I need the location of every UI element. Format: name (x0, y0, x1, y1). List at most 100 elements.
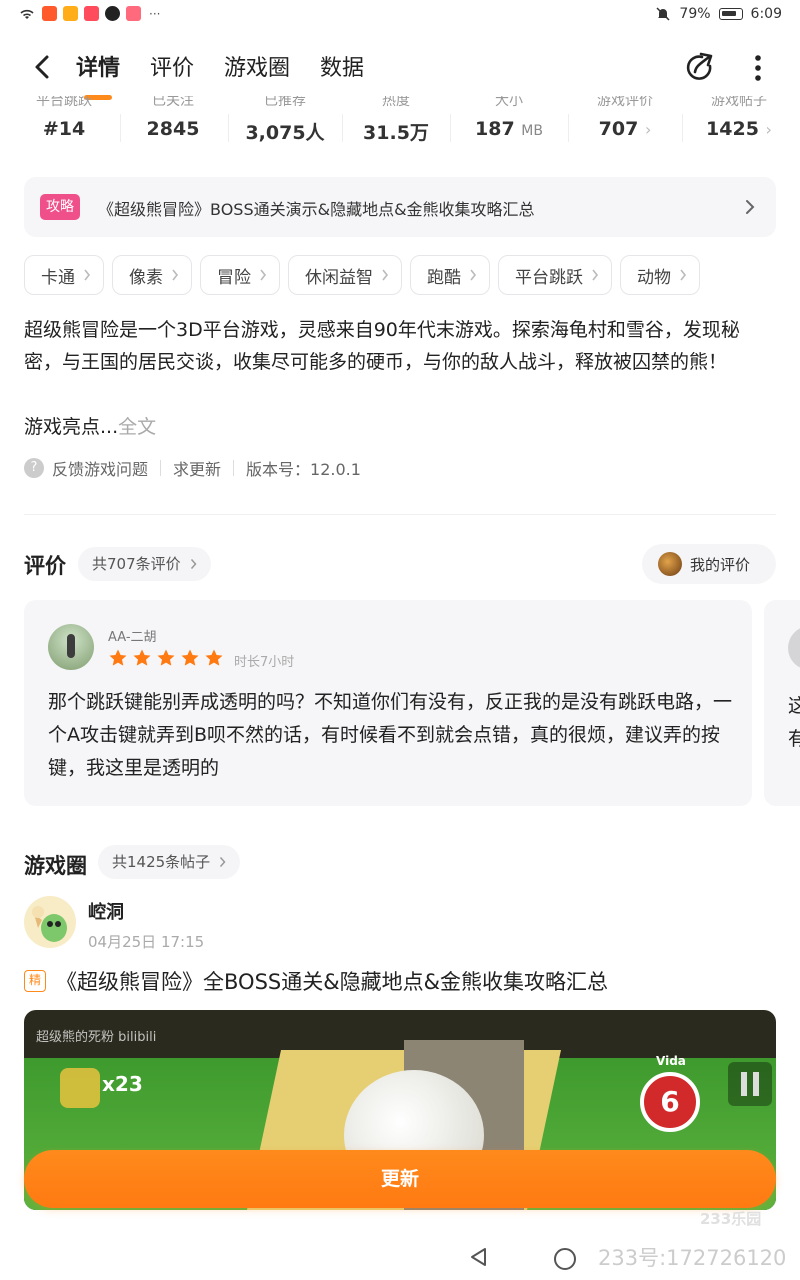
tab-community[interactable]: 游戏圈 (224, 50, 290, 92)
app-notification-icon (42, 6, 57, 21)
reviews-title: 评价 (24, 554, 66, 578)
star-icon (181, 649, 199, 666)
section-divider (24, 514, 776, 515)
back-arrow-icon[interactable] (28, 52, 58, 82)
review-card-next[interactable]: 这有 (764, 600, 800, 806)
tab-reviews[interactable]: 评价 (150, 50, 194, 92)
coin-count: x23 (102, 1072, 143, 1096)
chevron-right-icon (84, 269, 91, 281)
review-card[interactable]: AA-二胡 时长7小时 那个跳跃键能别弄成透明的吗？不知道你们有没有，反正我的是… (24, 600, 752, 806)
tag-item[interactable]: 跑酷 (410, 255, 490, 295)
battery-icon (718, 8, 743, 20)
star-icon (157, 649, 175, 666)
stat-label: 大小 (495, 96, 523, 109)
reviewer-avatar[interactable] (48, 624, 94, 670)
reviewer-avatar (788, 626, 800, 670)
highlights-prefix: 游戏亮点... (24, 416, 119, 438)
lives-count: 6 (640, 1072, 700, 1132)
strategy-title: 《超级熊冒险》BOSS通关演示&隐藏地点&金熊收集攻略汇总 (98, 200, 535, 219)
tag-item[interactable]: 卡通 (24, 255, 104, 295)
post-time: 04月25日 17:15 (88, 933, 205, 951)
app-notification-icon (84, 6, 99, 21)
feedback-link[interactable]: 反馈游戏问题 (52, 456, 148, 480)
star-icon (109, 649, 127, 666)
reviews-count-link[interactable]: 共707条评价 (78, 547, 211, 581)
app-notification-icon (63, 6, 78, 21)
tag-list: 卡通 像素 冒险 休闲益智 跑酷 平台跳跃 动物 (24, 255, 700, 295)
chevron-right-icon (680, 269, 687, 281)
stat-value: #14 (42, 118, 86, 140)
battery-percent: 79% (679, 6, 711, 22)
tag-item[interactable]: 冒险 (200, 255, 280, 295)
tab-data[interactable]: 数据 (320, 50, 364, 92)
watermark-logo: 233乐园 (700, 1210, 762, 1228)
strategy-badge: 攻略 (40, 194, 80, 220)
stat-posts[interactable]: 游戏帖子 1425 › (692, 96, 786, 156)
star-icon (133, 649, 151, 666)
stat-value: 2845 (146, 118, 200, 140)
chevron-right-icon (746, 200, 755, 214)
tab-details[interactable]: 详情 (76, 50, 120, 100)
update-button[interactable]: 更新 (24, 1150, 776, 1208)
poster-avatar[interactable] (24, 896, 76, 948)
tag-item[interactable]: 休闲益智 (288, 255, 402, 295)
tag-item[interactable]: 像素 (112, 255, 192, 295)
reviewer-name[interactable]: AA-二胡 (108, 626, 157, 645)
stat-rank: 平台跳跃 #14 (18, 96, 110, 156)
chevron-right-icon (220, 857, 226, 867)
chevron-right-icon (190, 559, 197, 569)
read-full-link[interactable]: 全文 (118, 416, 156, 438)
tag-item[interactable]: 动物 (620, 255, 700, 295)
more-notifications-icon: ··· (149, 6, 161, 21)
help-icon: ? (24, 458, 44, 478)
star-rating (108, 648, 224, 668)
poster-name[interactable]: 崆洞 (88, 898, 124, 924)
game-description: 超级熊冒险是一个3D平台游戏，灵感来自90年代末游戏。探索海龟村和雪谷，发现秘密… (24, 319, 740, 373)
stat-reviews[interactable]: 游戏评价 707 › (578, 96, 672, 156)
stat-label: 游戏帖子 (711, 96, 767, 109)
stat-label: 热度 (382, 96, 410, 109)
stat-value: 707 › (598, 118, 652, 140)
qq-icon (105, 6, 120, 21)
stat-size: 大小 187 MB (460, 96, 558, 156)
status-right: 79% 6:09 (655, 6, 782, 22)
my-review-button[interactable]: 我的评价 (642, 544, 776, 584)
share-icon[interactable] (684, 52, 716, 84)
featured-badge: 精 (24, 970, 46, 992)
stat-label: 平台跳跃 (36, 96, 92, 109)
stat-heat: 热度 31.5万 (352, 96, 440, 156)
mute-bell-icon (656, 7, 670, 21)
posts-count-link[interactable]: 共1425条帖子 (98, 845, 241, 879)
app-notification-icon (126, 6, 141, 21)
stat-value: 1425 › (706, 118, 772, 140)
chevron-right-icon (172, 269, 179, 281)
top-nav: 详情 评价 游戏圈 数据 (0, 40, 800, 100)
stat-value: 3,075人 (245, 122, 325, 144)
size-value: 187 (475, 118, 515, 140)
request-update-link[interactable]: 求更新 (173, 456, 221, 480)
chevron-right-icon (382, 269, 389, 281)
stat-followers: 已关注 2845 (130, 96, 216, 156)
post-title[interactable]: 精 《超级熊冒险》全BOSS通关&隐藏地点&金熊收集攻略汇总 (24, 966, 608, 996)
pause-icon (728, 1062, 772, 1106)
tag-item[interactable]: 平台跳跃 (498, 255, 612, 295)
play-duration: 时长7小时 (234, 655, 295, 670)
notification-icons: ··· (18, 6, 160, 21)
meta-row: ? 反馈游戏问题 求更新 版本号：12.0.1 (24, 456, 361, 480)
stat-label: 游戏评价 (597, 96, 653, 109)
more-vertical-icon[interactable] (748, 52, 768, 84)
star-icon (205, 649, 223, 666)
wifi-icon (20, 9, 34, 19)
stats-row: 平台跳跃 #14 已关注 2845 已推荐 3,075人 热度 31.5万 大小… (0, 96, 800, 156)
nav-back-icon[interactable] (468, 1246, 490, 1268)
tab-bar: 详情 评价 游戏圈 数据 (76, 50, 364, 100)
coin-icon (60, 1068, 100, 1108)
my-avatar (658, 552, 682, 576)
stat-label: 已关注 (152, 96, 194, 109)
chevron-right-icon (592, 269, 599, 281)
nav-home-icon[interactable] (554, 1248, 576, 1270)
stat-value: 31.5万 (363, 122, 429, 144)
version-number: 版本号：12.0.1 (246, 460, 361, 479)
strategy-banner[interactable]: 攻略 《超级熊冒险》BOSS通关演示&隐藏地点&金熊收集攻略汇总 (24, 177, 776, 237)
status-bar: ··· 79% 6:09 (0, 0, 800, 32)
